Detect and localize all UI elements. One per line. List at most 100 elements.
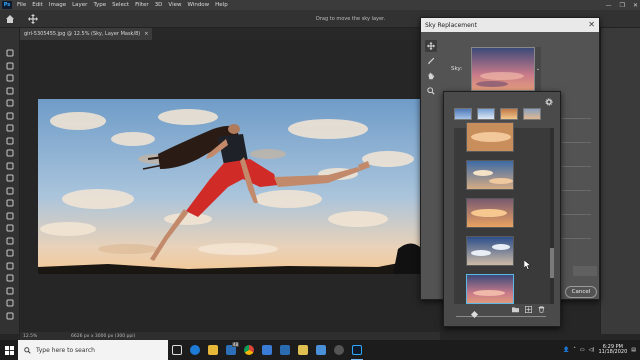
- eraser-icon[interactable]: [5, 180, 15, 194]
- history-brush-icon[interactable]: [5, 167, 15, 182]
- menu-3d[interactable]: 3D: [152, 2, 166, 8]
- close-window-button[interactable]: ✕: [633, 2, 638, 9]
- menu-edit[interactable]: Edit: [29, 2, 46, 8]
- new-folder-icon[interactable]: [512, 306, 519, 313]
- taskbar-app-camera[interactable]: [330, 340, 348, 360]
- thumbnail-size-slider[interactable]: [456, 316, 546, 317]
- menu-type[interactable]: Type: [90, 2, 109, 8]
- menu-image[interactable]: Image: [46, 2, 69, 8]
- menu-window[interactable]: Window: [184, 2, 212, 8]
- maximize-button[interactable]: ❐: [620, 2, 625, 9]
- search-icon: [24, 346, 31, 354]
- taskbar-app-photoshop[interactable]: [348, 340, 366, 360]
- document-tabs: girl-5305455.jpg @ 12.5% (Sky, Layer Mas…: [20, 28, 420, 40]
- path-select-icon[interactable]: [5, 255, 15, 269]
- sky-move-tool[interactable]: [425, 40, 437, 52]
- picker-scrollbar[interactable]: [550, 128, 554, 304]
- eyedropper-icon[interactable]: [5, 117, 15, 132]
- photoshop-icon: [352, 345, 362, 355]
- sky-preview-thumbnail[interactable]: [471, 47, 535, 91]
- canvas-area[interactable]: [20, 40, 440, 332]
- rectangle-icon[interactable]: [5, 267, 15, 282]
- menu-layer[interactable]: Layer: [69, 2, 90, 8]
- marquee-icon[interactable]: [5, 55, 15, 69]
- blur-icon[interactable]: [5, 205, 15, 219]
- menu-view[interactable]: View: [165, 2, 184, 8]
- chevron-up-icon[interactable]: ˄: [573, 347, 576, 353]
- sky-dropdown-toggle[interactable]: ⌄: [535, 47, 541, 91]
- frame-icon[interactable]: [5, 105, 15, 119]
- clock-date: 11/18/2020: [598, 349, 628, 355]
- recent-sky-thumbnail[interactable]: [477, 108, 495, 120]
- dialog-title-bar[interactable]: Sky Replacement ✕: [421, 18, 599, 32]
- photoshop-logo: Ps: [2, 1, 12, 9]
- selected-sky-thumbnail[interactable]: [466, 274, 514, 304]
- cancel-button[interactable]: Cancel: [565, 286, 597, 298]
- brush-icon[interactable]: [5, 142, 15, 157]
- sky-brush-tool[interactable]: [425, 55, 437, 67]
- menu-help[interactable]: Help: [212, 2, 231, 8]
- close-tab-icon[interactable]: ×: [144, 31, 148, 37]
- system-tray: 👤 ˄ ▭ ◁) 6:29 PM 11/18/2020 ▤: [563, 344, 640, 356]
- task-view-button[interactable]: [168, 340, 186, 360]
- output-dropdown[interactable]: [573, 266, 597, 276]
- trash-icon[interactable]: [538, 306, 545, 313]
- dialog-close-button[interactable]: ✕: [588, 20, 595, 29]
- taskbar-clock[interactable]: 6:29 PM 11/18/2020: [598, 344, 628, 356]
- taskbar-app-bag[interactable]: [312, 340, 330, 360]
- windows-logo-icon: [4, 345, 14, 355]
- picker-scrollbar-thumb[interactable]: [550, 248, 554, 278]
- camera-icon: [334, 345, 344, 355]
- move-icon[interactable]: [5, 42, 15, 57]
- lasso-icon[interactable]: [5, 67, 15, 82]
- network-icon[interactable]: ▭: [580, 347, 585, 353]
- sky-preset-thumbnail[interactable]: [466, 122, 514, 152]
- volume-icon[interactable]: ◁): [589, 347, 595, 353]
- zoom-icon[interactable]: [5, 292, 15, 307]
- start-button[interactable]: [0, 340, 18, 360]
- notifications-icon[interactable]: ▤: [631, 347, 636, 353]
- taskbar-app-mail[interactable]: 48: [222, 340, 240, 360]
- taskbar-app-explorer[interactable]: [204, 340, 222, 360]
- home-icon[interactable]: [5, 14, 15, 24]
- sky-preset-thumbnail[interactable]: [466, 198, 514, 228]
- hand-icon[interactable]: [5, 280, 15, 294]
- minimize-button[interactable]: —: [606, 2, 612, 9]
- recent-sky-thumbnail[interactable]: [523, 108, 541, 120]
- sky-preset-thumbnail[interactable]: [466, 160, 514, 190]
- sky-preset-list[interactable]: [454, 122, 554, 304]
- taskbar-app-edge[interactable]: [186, 340, 204, 360]
- taskbar-search[interactable]: Type here to search: [18, 340, 168, 360]
- gradient-icon[interactable]: [5, 192, 15, 207]
- move-tool-icon[interactable]: [28, 14, 38, 24]
- sky-preset-thumbnail[interactable]: [466, 236, 514, 266]
- chrome-icon: [244, 345, 254, 355]
- zoom-level[interactable]: 12.5%: [23, 334, 67, 339]
- document-image[interactable]: [38, 99, 420, 274]
- stamp-icon[interactable]: [5, 155, 15, 169]
- menu-filter[interactable]: Filter: [132, 2, 152, 8]
- recent-sky-thumbnail[interactable]: [500, 108, 518, 120]
- taskbar-app-chrome[interactable]: [240, 340, 258, 360]
- recent-sky-thumbnail[interactable]: [454, 108, 472, 120]
- window-controls: — ❐ ✕: [606, 0, 638, 10]
- type-icon[interactable]: [5, 242, 15, 257]
- taskbar-app-files[interactable]: [294, 340, 312, 360]
- people-icon[interactable]: 👤: [563, 347, 569, 353]
- document-tab[interactable]: girl-5305455.jpg @ 12.5% (Sky, Layer Mas…: [20, 28, 153, 40]
- zoom-tool[interactable]: [425, 85, 437, 97]
- menu-file[interactable]: File: [14, 2, 29, 8]
- taskbar-app-store[interactable]: [276, 340, 294, 360]
- crop-icon[interactable]: [5, 92, 15, 107]
- gear-icon[interactable]: [545, 98, 553, 106]
- menu-select[interactable]: Select: [109, 2, 132, 8]
- healing-icon[interactable]: [5, 130, 15, 144]
- store-icon: [280, 345, 290, 355]
- dodge-icon[interactable]: [5, 217, 15, 232]
- add-sky-icon[interactable]: [525, 306, 532, 313]
- more-icon[interactable]: [5, 305, 15, 319]
- taskbar-app-check[interactable]: [258, 340, 276, 360]
- hand-tool[interactable]: [425, 70, 437, 82]
- quick-select-icon[interactable]: [5, 80, 15, 94]
- pen-icon[interactable]: [5, 230, 15, 244]
